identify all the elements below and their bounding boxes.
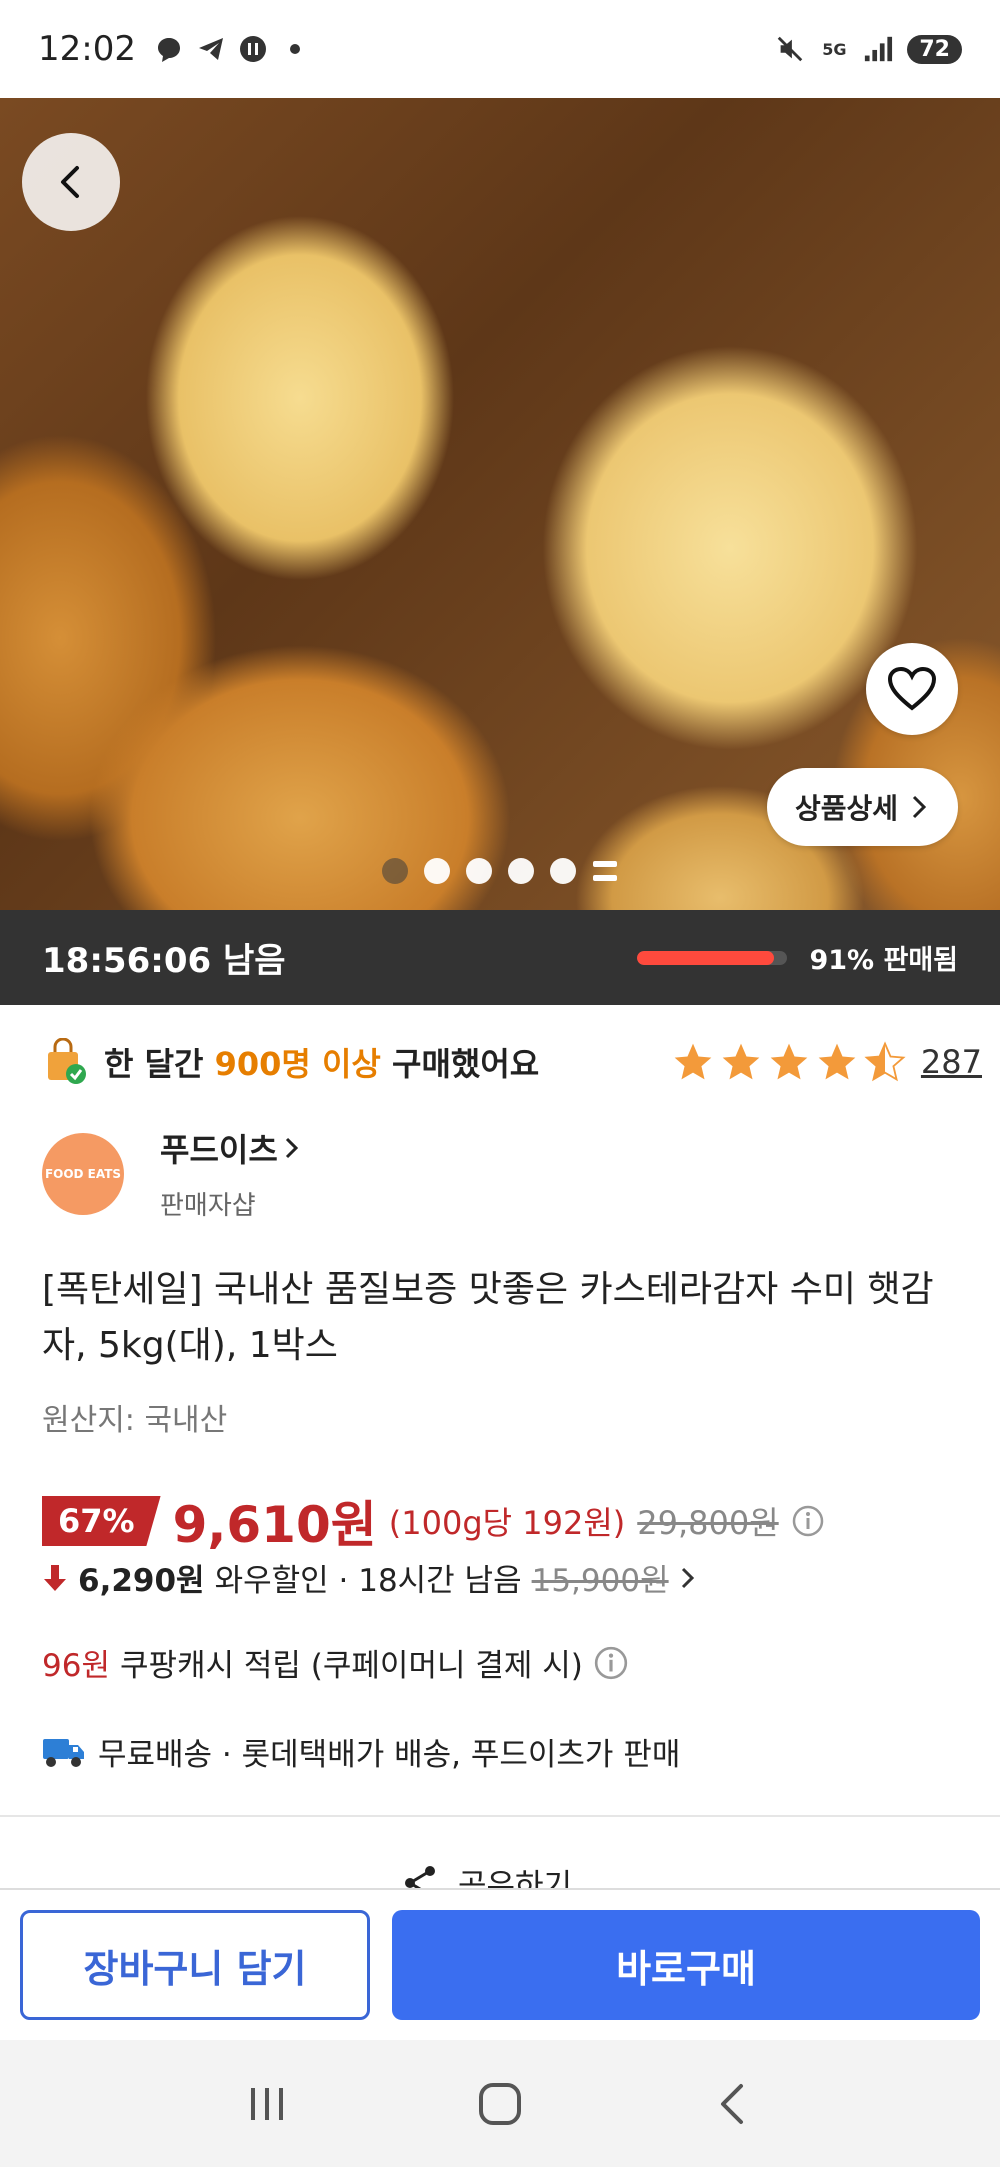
- status-time: 12:02: [38, 29, 136, 69]
- sold-progress-fill: [637, 950, 774, 965]
- wishlist-button[interactable]: [866, 643, 958, 735]
- add-to-cart-button[interactable]: 장바구니 담기: [20, 1910, 370, 2020]
- sold-progress-track: [637, 950, 788, 965]
- carousel-grid-icon[interactable]: [592, 858, 618, 884]
- product-detail-button[interactable]: 상품상세: [766, 768, 958, 846]
- star-full-icon: [674, 1043, 712, 1080]
- sold-percent-label: 91% 판매됨: [809, 945, 958, 976]
- star-rating[interactable]: 287: [671, 1040, 982, 1084]
- system-nav-bar: [0, 2040, 1000, 2167]
- carousel-dot[interactable]: [508, 858, 534, 884]
- star-half-icon: [864, 1041, 906, 1082]
- star-full-icon: [818, 1043, 856, 1080]
- battery-indicator: 72: [907, 34, 962, 64]
- deal-timer-bar: 18:56:06 남음 91% 판매됨: [0, 910, 1000, 1005]
- product-origin: 원산지: 국내산: [42, 1403, 228, 1438]
- wow-discount-row[interactable]: 6,290원 와우할인 · 18시간 남음 15,900원: [42, 1555, 697, 1600]
- product-detail-label: 상품상세: [794, 792, 898, 825]
- buy-now-button[interactable]: 바로구매: [392, 1910, 980, 2020]
- purchase-suffix: 구매했어요: [380, 1045, 540, 1083]
- heart-icon: [887, 666, 937, 711]
- purchase-prefix: 한 달간: [104, 1045, 215, 1083]
- telegram-icon: [196, 34, 226, 64]
- status-system-icons: 5G 72: [775, 34, 962, 64]
- mute-icon: [775, 34, 805, 64]
- carousel-dot[interactable]: [550, 858, 576, 884]
- carousel-dot[interactable]: [466, 858, 492, 884]
- back-arrow-icon: [721, 2083, 744, 2124]
- back-button[interactable]: [22, 133, 120, 231]
- network-5g-icon: 5G: [822, 39, 847, 59]
- seller-info: 푸드이츠 판매자샵: [160, 1125, 300, 1222]
- seller-type: 판매자샵: [160, 1191, 256, 1221]
- chat-bubble-icon: [154, 34, 184, 64]
- wow-label: 와우할인 · 18시간 남음: [214, 1563, 522, 1599]
- section-divider: [0, 1815, 1000, 1817]
- shipping-label: 무료배송 · 롯데택배가 배송, 푸드이츠가 판매: [98, 1737, 681, 1773]
- cash-amount: 96원: [42, 1648, 110, 1684]
- product-title: [폭탄세일] 국내산 품질보증 맛좋은 카스테라감자 수미 햇감자, 5kg(대…: [42, 1269, 934, 1366]
- star-full-icon: [722, 1043, 760, 1080]
- seller-row[interactable]: FOOD EATS 푸드이츠 판매자샵: [42, 1125, 300, 1222]
- original-price: 29,800원: [637, 1504, 779, 1542]
- info-icon[interactable]: [791, 1504, 825, 1538]
- signal-icon: [863, 34, 893, 64]
- purchase-highlight: 900명 이상: [214, 1045, 381, 1083]
- system-back-button[interactable]: [703, 2074, 763, 2134]
- bottom-cta-bar: 장바구니 담기 바로구매: [0, 1888, 1000, 2040]
- truck-icon: [43, 1738, 84, 1767]
- star-full-icon: [770, 1043, 808, 1080]
- wow-strike-price: 15,900원: [531, 1563, 669, 1599]
- price-row: 67% 9,610원 (100g당 192원) 29,800원: [42, 1485, 825, 1557]
- recent-apps-button[interactable]: [237, 2074, 297, 2134]
- app-circle-icon: [238, 34, 268, 64]
- chevron-right-icon: [285, 1137, 298, 1159]
- shopping-bag-check-icon: [48, 1038, 86, 1084]
- recent-apps-icon: [250, 2087, 283, 2120]
- wow-price: 6,290원: [78, 1563, 205, 1599]
- home-button[interactable]: [470, 2074, 530, 2134]
- purchase-stats-row: 한 달간 900명 이상 구매했어요 287: [42, 1038, 982, 1086]
- arrow-down-icon: [44, 1564, 66, 1591]
- chevron-right-icon: [912, 795, 927, 819]
- carousel-dot[interactable]: [424, 858, 450, 884]
- sale-price: 9,610원: [172, 1496, 377, 1554]
- review-count-link[interactable]: 287: [921, 1043, 982, 1081]
- seller-name: 푸드이츠: [160, 1131, 278, 1169]
- seller-name-link[interactable]: 푸드이츠: [160, 1125, 300, 1171]
- chevron-right-icon: [681, 1567, 694, 1588]
- home-icon: [478, 2082, 521, 2125]
- status-bar: 12:02 5G 72: [0, 0, 1000, 98]
- sold-progress: 91% 판매됨: [637, 938, 958, 977]
- status-notification-icons: [154, 34, 310, 64]
- countdown-timer: 18:56:06 남음: [42, 941, 286, 981]
- monthly-purchase-text: 한 달간 900명 이상 구매했어요: [104, 1039, 539, 1085]
- more-dot-icon: [280, 34, 310, 64]
- unit-price: (100g당 192원): [388, 1504, 626, 1542]
- seller-logo[interactable]: FOOD EATS: [42, 1132, 124, 1215]
- discount-badge: 67%: [42, 1496, 161, 1546]
- chevron-left-icon: [61, 166, 79, 198]
- shipping-row: 무료배송 · 롯데택배가 배송, 푸드이츠가 판매: [42, 1729, 680, 1774]
- info-icon[interactable]: [593, 1645, 629, 1681]
- carousel-indicator: [382, 858, 618, 884]
- product-image-carousel[interactable]: 상품상세: [0, 98, 1000, 910]
- cash-label: 쿠팡캐시 적립 (쿠페이머니 결제 시): [119, 1648, 583, 1684]
- carousel-dot[interactable]: [382, 858, 408, 884]
- cash-reward-row: 96원 쿠팡캐시 적립 (쿠페이머니 결제 시): [42, 1640, 629, 1685]
